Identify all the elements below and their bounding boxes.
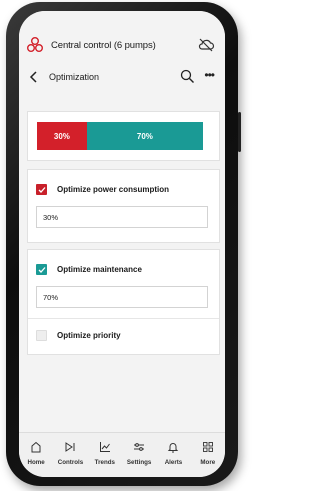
controls-icon: [65, 442, 75, 452]
tab-more[interactable]: More: [193, 433, 223, 466]
maintenance-weight-value: 70%: [43, 292, 59, 302]
optimization-split-bar[interactable]: 30% 70%: [37, 122, 203, 150]
split-left-label: 30%: [53, 131, 70, 141]
side-button: [238, 112, 241, 152]
tab-more-label: More: [200, 459, 216, 466]
tab-alerts-label: Alerts: [164, 459, 183, 466]
maintenance-checkbox-label: Optimize maintenance: [57, 265, 142, 274]
home-icon: [31, 441, 41, 453]
power-card: Optimize power consumption 30%: [27, 169, 220, 243]
tab-trends-label: Trends: [94, 459, 115, 466]
back-arrow-icon[interactable]: [29, 71, 39, 83]
maintenance-card: Optimize maintenance 70% Optimize priori…: [27, 249, 220, 355]
grid-icon: [202, 442, 213, 452]
tab-home[interactable]: Home: [21, 433, 51, 466]
tab-controls-label: Controls: [57, 459, 84, 466]
brand-row: Central control (6 pumps): [19, 33, 225, 57]
app-screen: Central control (6 pumps) Optimization •…: [19, 11, 225, 477]
app-title: Central control (6 pumps): [51, 39, 156, 51]
trends-icon: [99, 442, 110, 452]
tab-trends[interactable]: Trends: [90, 433, 120, 466]
power-checkbox-row[interactable]: Optimize power consumption: [36, 184, 169, 195]
power-checkbox[interactable]: [36, 184, 47, 195]
split-card: 30% 70%: [27, 111, 220, 161]
checkmark-icon: [38, 266, 45, 273]
priority-checkbox[interactable]: [36, 330, 47, 341]
nav-row: Optimization •••: [19, 65, 225, 89]
priority-checkbox-row[interactable]: Optimize priority: [36, 330, 121, 341]
maintenance-checkbox[interactable]: [36, 264, 47, 275]
brand-logo-icon: [26, 36, 44, 54]
power-checkbox-label: Optimize power consumption: [57, 185, 170, 194]
search-icon[interactable]: [180, 69, 195, 84]
tab-home-label: Home: [27, 459, 45, 466]
checkmark-icon: [38, 186, 45, 193]
phone-frame: Central control (6 pumps) Optimization •…: [6, 2, 241, 486]
split-right-label: 70%: [136, 131, 153, 141]
tab-settings[interactable]: Settings: [124, 433, 154, 466]
more-options-icon[interactable]: •••: [204, 69, 215, 81]
app-header: Central control (6 pumps) Optimization •…: [19, 11, 225, 83]
power-weight-value: 30%: [43, 212, 59, 222]
divider: [28, 318, 219, 319]
bottom-tab-bar: Home Controls Trends Settings Alerts Mor…: [19, 432, 225, 477]
maintenance-checkbox-row[interactable]: Optimize maintenance: [36, 264, 142, 275]
maintenance-weight-input[interactable]: 70%: [36, 286, 208, 308]
split-segment-maintenance: 70%: [86, 122, 203, 150]
page-title: Optimization: [49, 72, 100, 82]
settings-icon: [134, 443, 145, 451]
tab-controls[interactable]: Controls: [55, 433, 85, 466]
split-segment-power: 30%: [37, 122, 87, 150]
tab-settings-label: Settings: [126, 459, 152, 466]
priority-checkbox-label: Optimize priority: [57, 331, 121, 340]
power-weight-input[interactable]: 30%: [36, 206, 208, 228]
tab-alerts[interactable]: Alerts: [158, 433, 188, 466]
cloud-off-icon[interactable]: [197, 36, 215, 54]
bell-icon: [168, 443, 179, 453]
